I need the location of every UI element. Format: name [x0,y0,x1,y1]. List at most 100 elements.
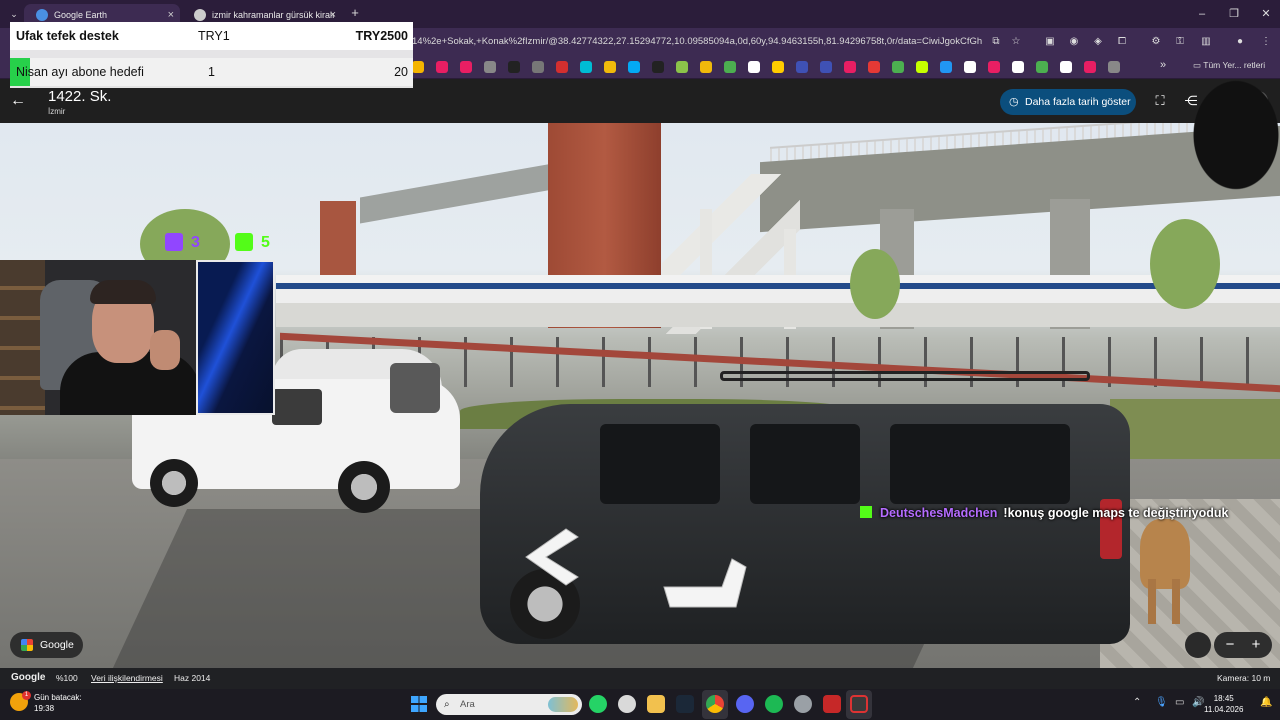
system-clock[interactable]: 18:45 11.04.2026 [1204,693,1243,715]
url-text[interactable]: 14%2e+Sokak,+Konak%2fIzmir/@38.42774322,… [412,32,982,51]
bookmark-favicon-icon[interactable] [1060,61,1072,73]
street-view[interactable]: ← 1422. Sk. İzmir ◷ Daha fazla tarih gös… [0,79,1280,668]
bookmark-favicon-icon[interactable] [460,61,472,73]
streetview-footer: Google %100 Veri ilişkilendirmesi Haz 20… [0,668,1280,689]
zoom-control: − + [1214,632,1272,658]
pegman-icon[interactable] [1185,632,1211,658]
minimize-icon[interactable]: – [1192,6,1212,22]
data-attribution-link[interactable]: Veri ilişkilendirmesi [91,673,163,683]
chat-message: DeutschesMadchen !konuş google maps te de… [860,506,1228,524]
all-bookmarks-folder[interactable]: ▭ Tüm Yer... retleri [1193,60,1265,71]
sub-goal-target: 20 [394,65,408,79]
screenshot-icon[interactable]: ⛶ [1151,92,1169,110]
tray-overflow-icon[interactable]: ⌃ [1133,697,1141,708]
whatsapp-icon[interactable] [589,695,607,713]
bookmark-favicon-icon[interactable] [652,61,664,73]
bookmark-favicon-icon[interactable] [556,61,568,73]
bookmark-favicon-icon[interactable] [796,61,808,73]
settings-gear-icon[interactable] [618,695,636,713]
kick-viewer-count: 5 [261,234,270,251]
more-dates-button[interactable]: ◷ Daha fazla tarih göster [1000,89,1136,115]
van-window [600,424,720,504]
google-maps-button[interactable]: Google [10,632,83,658]
footbridge [360,160,570,224]
bookmark-favicon-icon[interactable] [484,61,496,73]
bookmark-favicon-icon[interactable] [508,61,520,73]
bookmark-favicon-icon[interactable] [532,61,544,73]
bookmark-favicon-icon[interactable] [892,61,904,73]
bookmark-favicon-icon[interactable] [1012,61,1024,73]
search-placeholder: Ara [460,699,475,710]
side-panel-icon[interactable]: ▥ [1198,34,1214,50]
blue-screen-panel [196,260,275,415]
taskbar-search[interactable]: ⌕ Ara [436,694,582,715]
extensions-puzzle-icon[interactable]: ⧠ [1114,34,1130,50]
sub-goal-row: Nisan ayı abone hedefi 1 20 [10,58,413,86]
bookmark-favicon-icon[interactable] [724,61,736,73]
key-icon[interactable]: ⚿ [1172,34,1188,50]
bookmark-star-icon[interactable]: ☆ [1008,34,1024,50]
discord-icon[interactable] [736,695,754,713]
support-goal-target: TRY2500 [355,29,408,43]
windows-start-icon[interactable] [411,696,427,712]
donation-goal-widget: Ufak tefek destek TRY1 TRY2500 Nisan ayı… [10,22,413,88]
new-tab-button[interactable]: + [346,4,364,22]
profile-avatar-icon[interactable]: ● [1232,34,1248,50]
chat-username: DeutschesMadchen [880,506,998,520]
bookmark-favicon-icon[interactable] [676,61,688,73]
tools-icon[interactable]: ⚙ [1148,34,1164,50]
bookmark-favicon-icon[interactable] [628,61,640,73]
bookmark-favicon-icon[interactable] [1084,61,1096,73]
close-window-icon[interactable]: ✕ [1256,6,1276,22]
bookmark-favicon-icon[interactable] [436,61,448,73]
back-arrow-icon[interactable]: ← [10,91,30,111]
bookmark-favicon-icon[interactable] [940,61,952,73]
bookmark-favicon-icon[interactable] [412,61,424,73]
bookmark-favicon-icon[interactable] [604,61,616,73]
notifications-icon[interactable]: 🔔 [1260,697,1272,708]
translate-extension-icon[interactable]: ▣ [1042,34,1058,50]
weather-widget[interactable]: Gün batacak: 19:38 [34,692,82,714]
steam-icon[interactable] [676,695,694,713]
chrome-icon[interactable] [706,695,724,713]
navigate-forward-arrow-icon[interactable] [662,557,748,609]
restore-icon[interactable]: ❐ [1224,6,1244,22]
extension-icon[interactable]: ◉ [1066,34,1082,50]
capture-date: Haz 2014 [174,673,211,683]
microphone-icon[interactable]: 🎙 [1155,697,1168,708]
zoom-out-button[interactable]: − [1220,635,1240,655]
shield-icon[interactable] [823,695,841,713]
webcam-overlay [0,260,275,415]
spotify-icon[interactable] [765,695,783,713]
navigate-back-arrow-icon[interactable] [516,527,586,587]
app-icon[interactable] [794,695,812,713]
tab-search-menu[interactable]: ⌄ [6,6,22,22]
browser-menu-icon[interactable]: ⋮ [1258,34,1274,50]
bookmark-favicon-icon[interactable] [988,61,1000,73]
kick-icon [860,506,872,518]
extension-icon[interactable]: ◈ [1090,34,1106,50]
bookmark-favicon-icon[interactable] [964,61,976,73]
bookmark-favicon-icon[interactable] [580,61,592,73]
bookmark-favicon-icon[interactable] [820,61,832,73]
bookmark-favicon-icon[interactable] [868,61,880,73]
file-explorer-icon[interactable] [647,695,665,713]
bookmark-favicon-icon[interactable] [772,61,784,73]
weather-title: Gün batacak: [34,693,82,702]
bookmark-favicon-icon[interactable] [1036,61,1048,73]
brick-tower [320,201,356,277]
more-bookmarks-icon[interactable]: » [1160,59,1166,71]
bookmark-favicon-icon[interactable] [844,61,856,73]
bookmark-favicon-icon[interactable] [1108,61,1120,73]
bookmark-favicon-icon[interactable] [700,61,712,73]
bookmark-favicon-icon[interactable] [916,61,928,73]
google-button-label: Google [40,639,74,651]
install-app-icon[interactable]: ⧉ [988,34,1004,50]
van-window [272,389,322,425]
obs-icon[interactable] [850,695,868,713]
bookmark-favicon-icon[interactable] [748,61,760,73]
zoom-in-button[interactable]: + [1246,635,1266,655]
volume-icon[interactable]: 🔊 [1192,697,1204,708]
network-icon[interactable]: ▭ [1175,697,1184,708]
tab-title: izmir kahramanlar gürsük kiralı [212,10,335,20]
